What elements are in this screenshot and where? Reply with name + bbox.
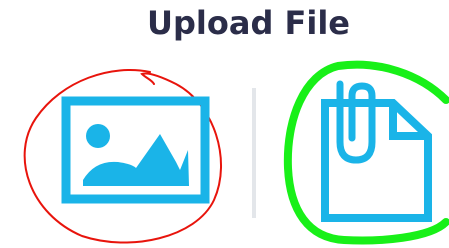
upload-file-option[interactable] — [283, 60, 449, 245]
upload-image-option[interactable] — [23, 60, 230, 244]
divider — [252, 88, 256, 218]
upload-options-canvas — [23, 60, 449, 245]
upload-file-panel: Upload File — [0, 0, 449, 248]
